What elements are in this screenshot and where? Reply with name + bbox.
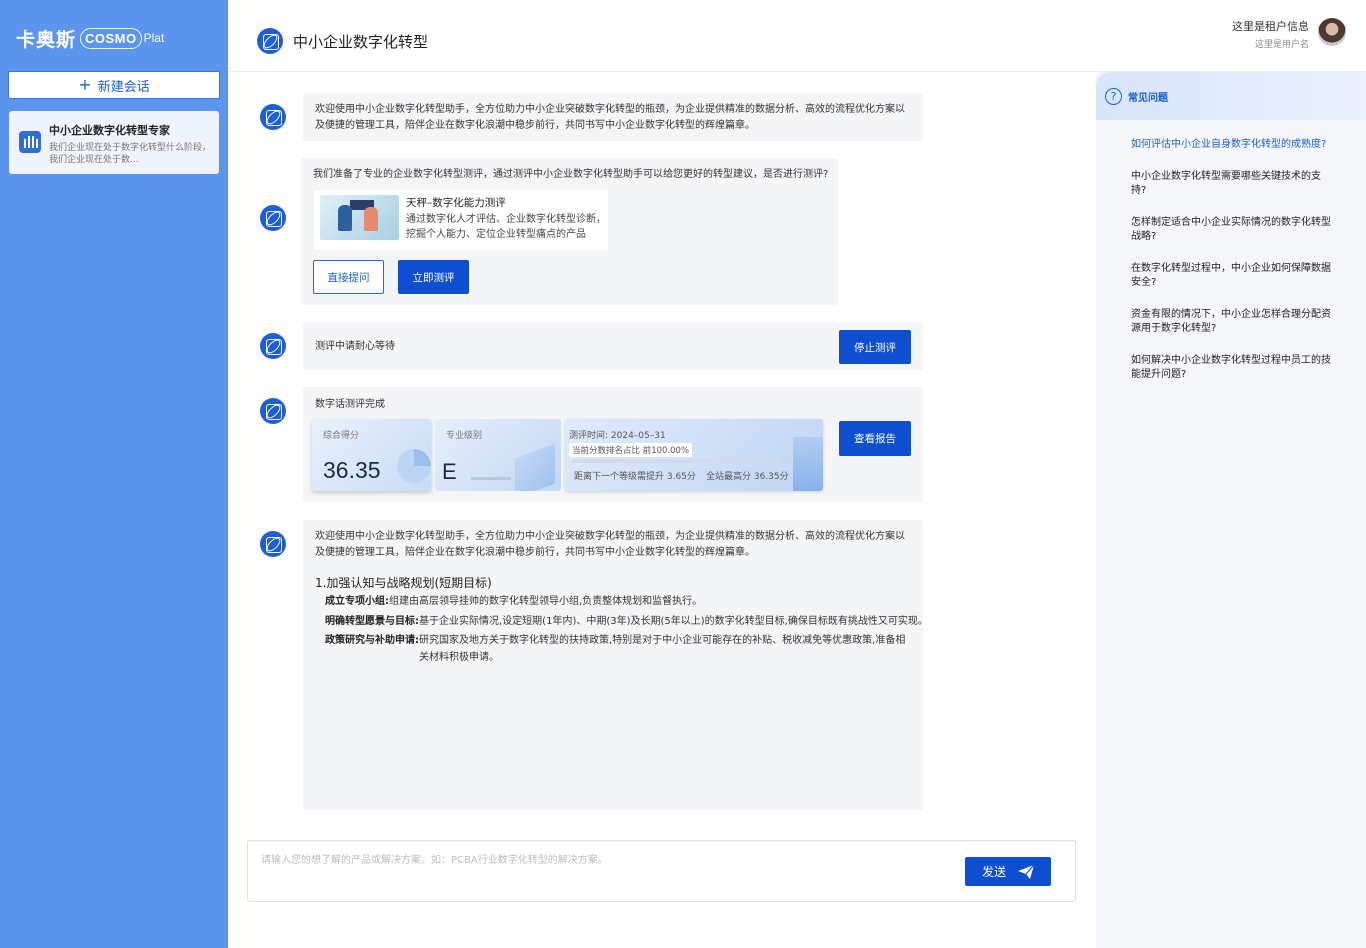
faq-header: ? 常见问题 — [1096, 72, 1366, 120]
bot-avatar-icon — [260, 205, 286, 231]
rank-text: 当前分数排名占比 前100.00% — [569, 443, 693, 457]
level-indicator — [471, 477, 511, 480]
welcome-text: 欢迎使用中小企业数字化转型助手，全方位助力中小企业突破数字化转型的瓶颈，为企业提… — [315, 104, 905, 131]
bot-avatar-icon — [260, 333, 286, 359]
next-level-text: 距离下一个等级需提升 3.65分 — [574, 472, 696, 482]
robot-app-icon — [19, 131, 41, 153]
faq-item[interactable]: 如何评估中小企业自身数字化转型的成熟度? — [1131, 138, 1336, 152]
session-title: 中小企业数字化转型专家 — [49, 124, 170, 137]
bullet-text: 基于企业实际情况,设定短期(1年内)、中期(3年)及长期(5年以上)的数字化转型… — [419, 615, 928, 627]
product-card[interactable]: 天秤–数字化能力测评 通过数字化人才评估、企业数字化转型诊断，挖掘个人能力、定位… — [314, 190, 608, 250]
user-info[interactable]: 这里是租户信息 这里是用户名 — [1232, 18, 1309, 50]
result-title: 数字话测评完成 — [315, 399, 385, 410]
new-chat-label: 新建会话 — [97, 79, 150, 95]
product-illustration — [320, 195, 399, 240]
answer-bullet: 明确转型愿景与目标: 基于企业实际情况,设定短期(1年内)、中期(3年)及长期(… — [325, 614, 928, 631]
assessment-prompt: 我们准备了专业的企业数字化转型测评，通过测评中小企业数字化转型助手可以给您更好的… — [313, 169, 829, 180]
level-label: 专业级别 — [446, 431, 483, 441]
bullet-text: 研究国家及地方关于数字化转型的扶持政策,特别是对于中小企业可能存在的补贴、税收减… — [419, 635, 906, 663]
stop-assessment-button[interactable]: 停止测评 — [839, 330, 911, 364]
rank-progress-fill — [572, 459, 782, 463]
send-label: 发送 — [981, 865, 1006, 879]
message-welcome: 欢迎使用中小企业数字化转型助手，全方位助力中小企业突破数字化转型的瓶颈，为企业提… — [303, 93, 923, 141]
message-input-placeholder[interactable]: 请输入您的想了解的产品或解决方案。如：PCBA行业数字化转型的解决方案。 — [261, 851, 608, 866]
ask-directly-button[interactable]: 直接提问 — [313, 260, 384, 294]
user-name: 这里是用户名 — [1254, 40, 1309, 50]
start-assessment-button[interactable]: 立即测评 — [398, 260, 469, 294]
faq-item[interactable]: 如何解决中小企业数字化转型过程中员工的技能提升问题? — [1131, 354, 1336, 382]
score-value: 36.35 — [323, 457, 381, 483]
bullet-text: 组建由高层领导挂帅的数字化转型领导小组,负责整体规划和监督执行。 — [389, 596, 703, 607]
answer-bullet: 政策研究与补助申请: 研究国家及地方关于数字化转型的扶持政策,特别是对于中小企业… — [325, 633, 911, 666]
top-header: 中小企业数字化转型 这里是租户信息 这里是用户名 — [228, 0, 1366, 72]
plus-icon: + — [78, 75, 92, 94]
brand-logo[interactable]: 卡奥斯 COSMO Plat — [16, 22, 164, 54]
bot-avatar-icon — [260, 398, 286, 424]
faq-item[interactable]: 资金有限的情况下，中小企业怎样合理分配资源用于数字化转型? — [1131, 308, 1336, 336]
product-desc: 通过数字化人才评估、企业数字化转型诊断，挖掘个人能力、定位企业转型痛点的产品 — [406, 214, 606, 240]
question-circle-icon: ? — [1105, 87, 1122, 105]
answer-bullet: 成立专项小组: 组建由高层领导挂帅的数字化转型领导小组,负责整体规划和监督执行。 — [325, 594, 911, 611]
cube-decoration-icon — [793, 437, 823, 491]
top-score-text: 全站最高分 36.35分 — [706, 472, 789, 482]
message-input-box[interactable]: 请输入您的想了解的产品或解决方案。如：PCBA行业数字化转型的解决方案。 发送 — [247, 840, 1076, 902]
level-card: 专业级别 E — [435, 419, 561, 491]
faq-item[interactable]: 在数字化转型过程中，中小企业如何保障数据安全? — [1131, 262, 1336, 290]
app-logo-icon — [257, 28, 283, 54]
bullet-label: 成立专项小组: — [325, 596, 389, 607]
answer-intro: 欢迎使用中小企业数字化转型助手，全方位助力中小企业突破数字化转型的瓶颈，为企业提… — [315, 531, 905, 558]
waiting-text: 测评中请耐心等待 — [315, 341, 395, 352]
rank-progress-bar — [572, 459, 782, 463]
faq-title: 常见问题 — [1128, 92, 1168, 104]
brand-name: 卡奥斯 — [16, 28, 77, 51]
chart-decoration-icon — [515, 443, 555, 491]
bot-avatar-icon — [260, 104, 286, 130]
message-answer: 欢迎使用中小企业数字化转型助手，全方位助力中小企业突破数字化转型的瓶颈，为企业提… — [303, 520, 928, 810]
session-desc: 我们企业现在处于数字化转型什么阶段，我们企业现在处于数... — [49, 143, 212, 165]
faq-list: 如何评估中小企业自身数字化转型的成熟度? 中小企业数字化转型需要哪些关键技术的支… — [1131, 138, 1336, 400]
pie-decoration-icon — [397, 449, 431, 483]
new-chat-button[interactable]: + 新建会话 — [8, 71, 220, 99]
message-assessment: 我们准备了专业的企业数字化转型测评，通过测评中小企业数字化转型助手可以给您更好的… — [301, 158, 838, 305]
level-value: E — [442, 459, 457, 484]
page-title: 中小企业数字化转型 — [293, 33, 429, 51]
bot-avatar-icon — [260, 531, 286, 557]
product-title: 天秤–数字化能力测评 — [406, 197, 506, 209]
score-card: 综合得分 36.35 — [312, 419, 431, 491]
faq-item[interactable]: 怎样制定适合中小企业实际情况的数字化转型战略? — [1131, 216, 1336, 244]
faq-item[interactable]: 中小企业数字化转型需要哪些关键技术的支持? — [1131, 170, 1336, 198]
message-waiting: 测评中请耐心等待 停止测评 — [303, 322, 923, 370]
cosmoplat-logo: COSMO Plat — [80, 27, 165, 49]
paper-plane-icon — [1018, 864, 1034, 879]
tenant-info: 这里是租户信息 — [1232, 20, 1309, 33]
message-result: 数字话测评完成 综合得分 36.35 专业级别 E 测评时间: 2024–05–… — [303, 387, 923, 502]
view-report-button[interactable]: 查看报告 — [839, 421, 911, 456]
faq-panel: ? 常见问题 如何评估中小企业自身数字化转型的成熟度? 中小企业数字化转型需要哪… — [1096, 72, 1366, 948]
ranking-card: 测评时间: 2024–05–31 当前分数排名占比 前100.00% 距离下一个… — [565, 419, 823, 491]
avatar[interactable] — [1318, 18, 1346, 46]
answer-section-title: 1.加强认知与战略规划(短期目标) — [315, 576, 492, 590]
session-item[interactable]: 中小企业数字化转型专家 我们企业现在处于数字化转型什么阶段，我们企业现在处于数.… — [9, 111, 219, 174]
score-label: 综合得分 — [323, 431, 360, 441]
sidebar: 卡奥斯 COSMO Plat + 新建会话 中小企业数字化转型专家 我们企业现在… — [0, 0, 228, 948]
send-button[interactable]: 发送 — [965, 857, 1051, 886]
bullet-label: 政策研究与补助申请: — [325, 635, 419, 646]
logo-sub-text: Plat — [143, 31, 165, 45]
bullet-label: 明确转型愿景与目标: — [325, 615, 419, 627]
assessment-date: 测评时间: 2024–05–31 — [569, 431, 666, 441]
logo-main-text: COSMO — [80, 27, 142, 49]
